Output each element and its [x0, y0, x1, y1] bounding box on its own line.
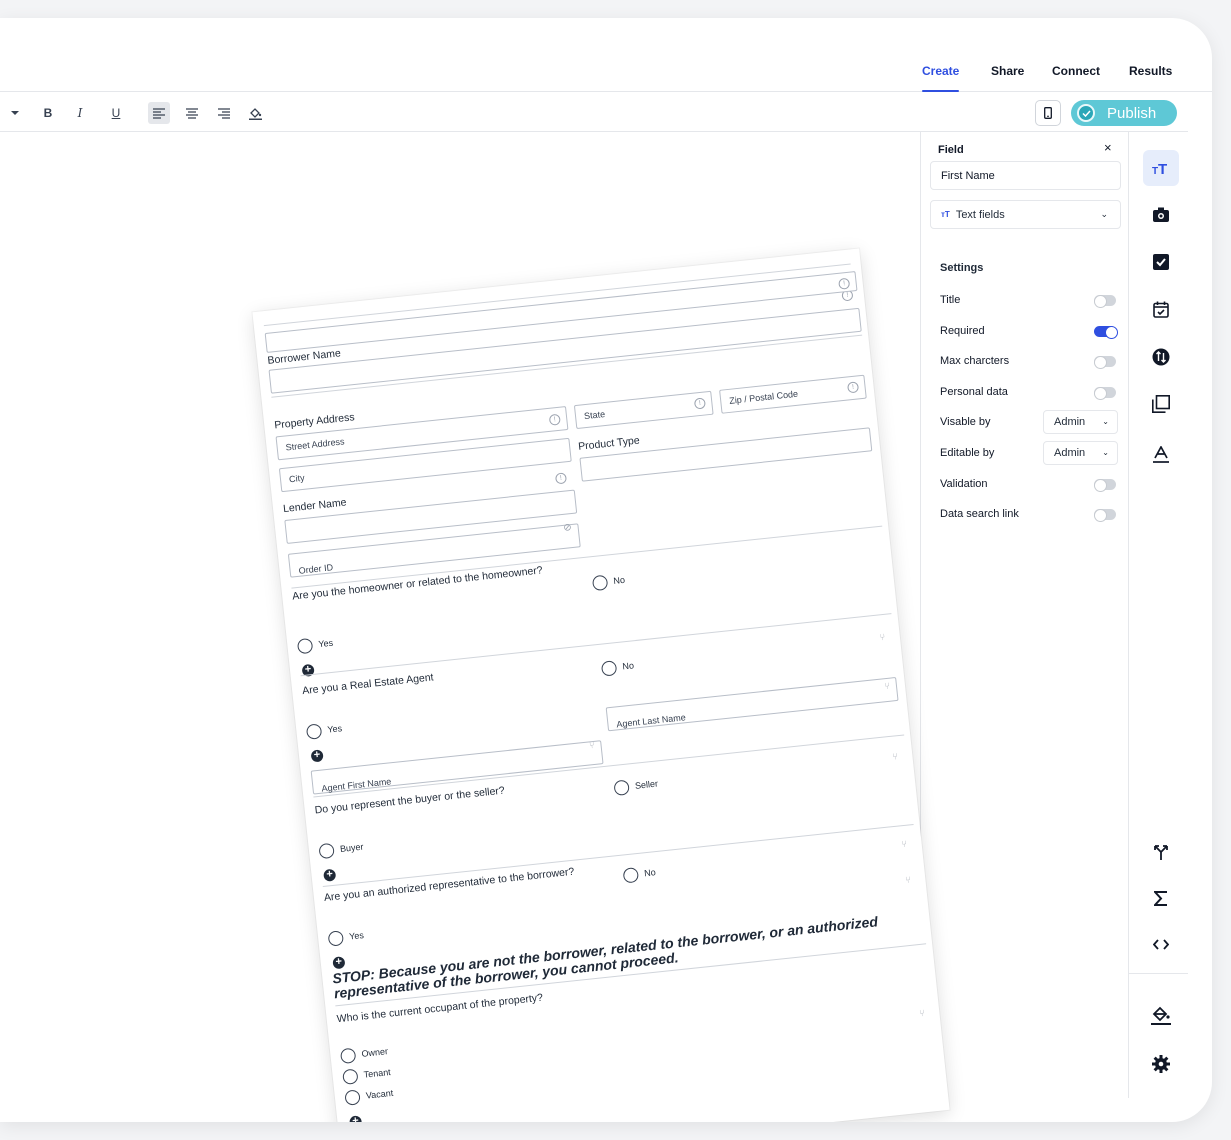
setting-max-characters: Max charcters: [940, 352, 1118, 372]
bold-button[interactable]: B: [37, 102, 59, 124]
phone-icon: [1044, 107, 1052, 119]
state-input[interactable]: State !: [573, 390, 714, 430]
add-option-icon[interactable]: +: [332, 955, 346, 970]
authorized-no-radio[interactable]: [622, 867, 640, 884]
panel-title: Field: [938, 144, 964, 156]
rail-divider: [1128, 132, 1129, 1098]
hidden-eye-icon: ⊘: [562, 522, 573, 534]
info-icon: !: [693, 397, 706, 410]
branch-icon[interactable]: ⑂: [901, 839, 907, 850]
branch-icon: ⑂: [588, 739, 596, 751]
calendar-icon[interactable]: [1143, 291, 1179, 327]
field-type-label: Text fields: [955, 208, 1005, 221]
fill-color-icon[interactable]: [244, 102, 266, 124]
tab-create[interactable]: Create: [922, 64, 960, 92]
tab-connect[interactable]: Connect: [1052, 64, 1100, 78]
branch-icon[interactable]: ⑂: [919, 1008, 925, 1019]
data-search-link-toggle[interactable]: [1094, 509, 1116, 522]
publish-label: Publish: [1107, 104, 1157, 122]
chevron-down-icon: ⌄: [1102, 448, 1109, 457]
underline-button[interactable]: U: [105, 102, 127, 124]
setting-title: Title: [940, 291, 1118, 311]
setting-visible-by: Visable by Admin ⌄: [940, 410, 1118, 434]
agent-question: Are you a Real Estate Agent: [301, 671, 435, 698]
setting-editable-by: Editable by Admin ⌄: [940, 441, 1118, 465]
format-toolbar: B I U Publish: [0, 92, 1188, 132]
agent-last-name-input[interactable]: Agent Last Name ⑂: [605, 676, 899, 732]
agent-yes-radio[interactable]: [305, 723, 323, 740]
stop-message: STOP: Because you are not the borrower, …: [331, 913, 879, 1002]
info-icon: !: [554, 472, 568, 485]
lender-name-label: Lender Name: [282, 496, 348, 516]
sort-circle-icon[interactable]: [1143, 339, 1179, 375]
text-field-tool-icon[interactable]: TT: [1143, 150, 1179, 186]
branch-icon[interactable]: ⑂: [879, 632, 885, 643]
homeowner-no-radio[interactable]: [591, 574, 609, 592]
italic-button[interactable]: I: [69, 102, 91, 124]
setting-validation: Validation: [940, 475, 1118, 495]
tab-results[interactable]: Results: [1129, 64, 1172, 78]
form-builder-app: Create Share Connect Results B I U Publi…: [0, 18, 1212, 1122]
chevron-down-icon: ⌄: [1100, 209, 1108, 219]
tab-share[interactable]: Share: [991, 64, 1024, 78]
branch-icon[interactable]: ⑂: [905, 875, 911, 886]
add-option-icon[interactable]: +: [323, 868, 337, 882]
field-name-input[interactable]: [930, 161, 1121, 190]
info-icon: !: [838, 277, 851, 290]
zip-input[interactable]: Zip / Postal Code !: [719, 374, 867, 414]
owner-radio[interactable]: [339, 1047, 357, 1065]
info-icon: !: [847, 381, 860, 394]
rail-section-divider: [1128, 973, 1188, 974]
setting-data-search-link: Data search link: [940, 505, 1118, 525]
svg-text:T: T: [1158, 161, 1167, 175]
setting-personal-data: Personal data: [940, 383, 1118, 403]
authorized-question: Are you an authorized representative to …: [323, 865, 575, 904]
tenant-radio[interactable]: [342, 1068, 359, 1085]
gear-icon[interactable]: [1143, 1046, 1179, 1082]
personal-data-toggle[interactable]: [1094, 387, 1116, 400]
camera-icon[interactable]: [1143, 197, 1179, 233]
form-canvas: Borrower Name ! ! Property Address Stree…: [0, 132, 950, 1122]
setting-required: Required: [940, 322, 1118, 342]
align-left-icon[interactable]: [148, 102, 170, 124]
validation-toggle[interactable]: [1094, 479, 1116, 492]
homeowner-yes-radio[interactable]: [296, 637, 314, 655]
form-page: Borrower Name ! ! Property Address Stree…: [252, 248, 950, 1122]
required-toggle[interactable]: [1094, 326, 1118, 339]
text-style-icon[interactable]: [1143, 436, 1179, 472]
paint-bucket-icon[interactable]: [1143, 997, 1179, 1033]
branch-logic-icon[interactable]: [1143, 834, 1179, 870]
branch-icon: ⑂: [884, 680, 891, 692]
mobile-preview-button[interactable]: [1035, 100, 1061, 126]
code-icon[interactable]: [1143, 926, 1179, 962]
align-center-icon[interactable]: [181, 102, 203, 124]
copy-layers-icon[interactable]: [1143, 386, 1179, 422]
field-type-select[interactable]: тT Text fields ⌄: [930, 200, 1121, 229]
add-option-icon[interactable]: +: [310, 749, 324, 763]
align-right-icon[interactable]: [213, 102, 235, 124]
editable-by-select[interactable]: Admin ⌄: [1043, 441, 1118, 465]
buyer-radio[interactable]: [318, 842, 335, 860]
product-type-label: Product Type: [577, 434, 641, 453]
publish-button[interactable]: Publish: [1071, 100, 1177, 126]
check-circle-icon: [1077, 104, 1095, 122]
text-field-type-icon: тT: [941, 210, 950, 219]
max-characters-toggle[interactable]: [1094, 356, 1116, 369]
title-toggle[interactable]: [1094, 295, 1116, 308]
close-icon[interactable]: ×: [1104, 140, 1112, 155]
font-dropdown-caret-icon[interactable]: [4, 102, 26, 124]
chevron-down-icon: ⌄: [1102, 417, 1109, 426]
branch-icon[interactable]: ⑂: [892, 751, 898, 762]
vacant-radio[interactable]: [344, 1089, 361, 1106]
top-nav: Create Share Connect Results: [0, 18, 1212, 92]
checkbox-icon[interactable]: [1143, 244, 1179, 280]
add-option-icon[interactable]: +: [349, 1115, 363, 1122]
authorized-yes-radio[interactable]: [327, 930, 345, 947]
settings-title: Settings: [940, 262, 984, 274]
agent-no-radio[interactable]: [600, 660, 618, 677]
sigma-icon[interactable]: [1143, 880, 1179, 916]
seller-radio[interactable]: [613, 779, 630, 797]
agent-first-name-input[interactable]: Agent First Name ⑂: [310, 739, 604, 795]
visible-by-select[interactable]: Admin ⌄: [1043, 410, 1118, 434]
